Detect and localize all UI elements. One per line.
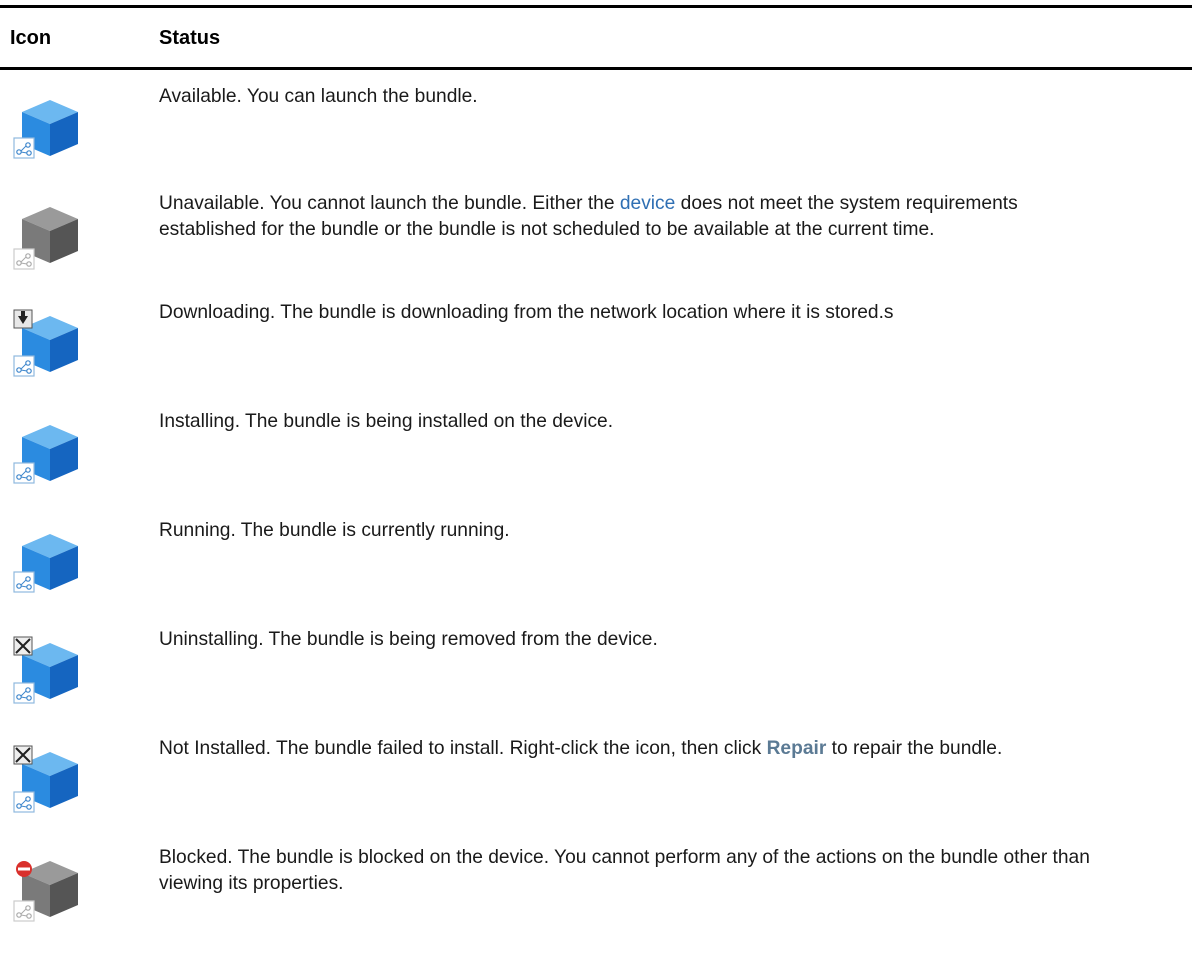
status-description: Installing. The bundle is being installe…	[159, 409, 1119, 435]
status-text: Unavailable. You cannot launch the bundl…	[159, 193, 620, 214]
status-description: Unavailable. You cannot launch the bundl…	[159, 191, 1119, 243]
bundle-installing-icon	[8, 415, 84, 491]
status-text: to repair the bundle.	[826, 738, 1003, 759]
bundle-available-icon	[8, 90, 84, 166]
column-header-status: Status	[159, 27, 221, 49]
status-text: Blocked. The bundle is blocked on the de…	[159, 847, 1090, 894]
bundle-downloading-icon	[8, 306, 84, 382]
status-description: Running. The bundle is currently running…	[159, 518, 1119, 544]
status-description: Uninstalling. The bundle is being remove…	[159, 627, 1119, 653]
bundle-uninstalling-icon	[8, 633, 84, 709]
bundle-blocked-icon	[8, 851, 84, 927]
column-header-icon: Icon	[10, 27, 52, 49]
status-description: Downloading. The bundle is downloading f…	[159, 300, 1119, 326]
status-description: Available. You can launch the bundle.	[159, 84, 1119, 110]
status-text: Available. You can launch the bundle.	[159, 86, 478, 107]
status-text: Installing. The bundle is being installe…	[159, 411, 614, 432]
status-text: Downloading. The bundle is downloading f…	[159, 302, 894, 323]
bundle-not-installed-icon	[8, 742, 84, 818]
bundle-running-icon	[8, 524, 84, 600]
bundle-unavailable-icon	[8, 197, 84, 273]
status-description: Not Installed. The bundle failed to inst…	[159, 736, 1119, 762]
status-text: Uninstalling. The bundle is being remove…	[159, 629, 658, 650]
table-top-rule	[0, 5, 1192, 8]
table-header-rule	[0, 67, 1192, 70]
device-link[interactable]: device	[620, 193, 675, 214]
status-description: Blocked. The bundle is blocked on the de…	[159, 845, 1119, 897]
repair-ui-label: Repair	[766, 738, 827, 759]
status-text: Not Installed. The bundle failed to inst…	[159, 738, 767, 759]
status-text: Running. The bundle is currently running…	[159, 520, 510, 541]
